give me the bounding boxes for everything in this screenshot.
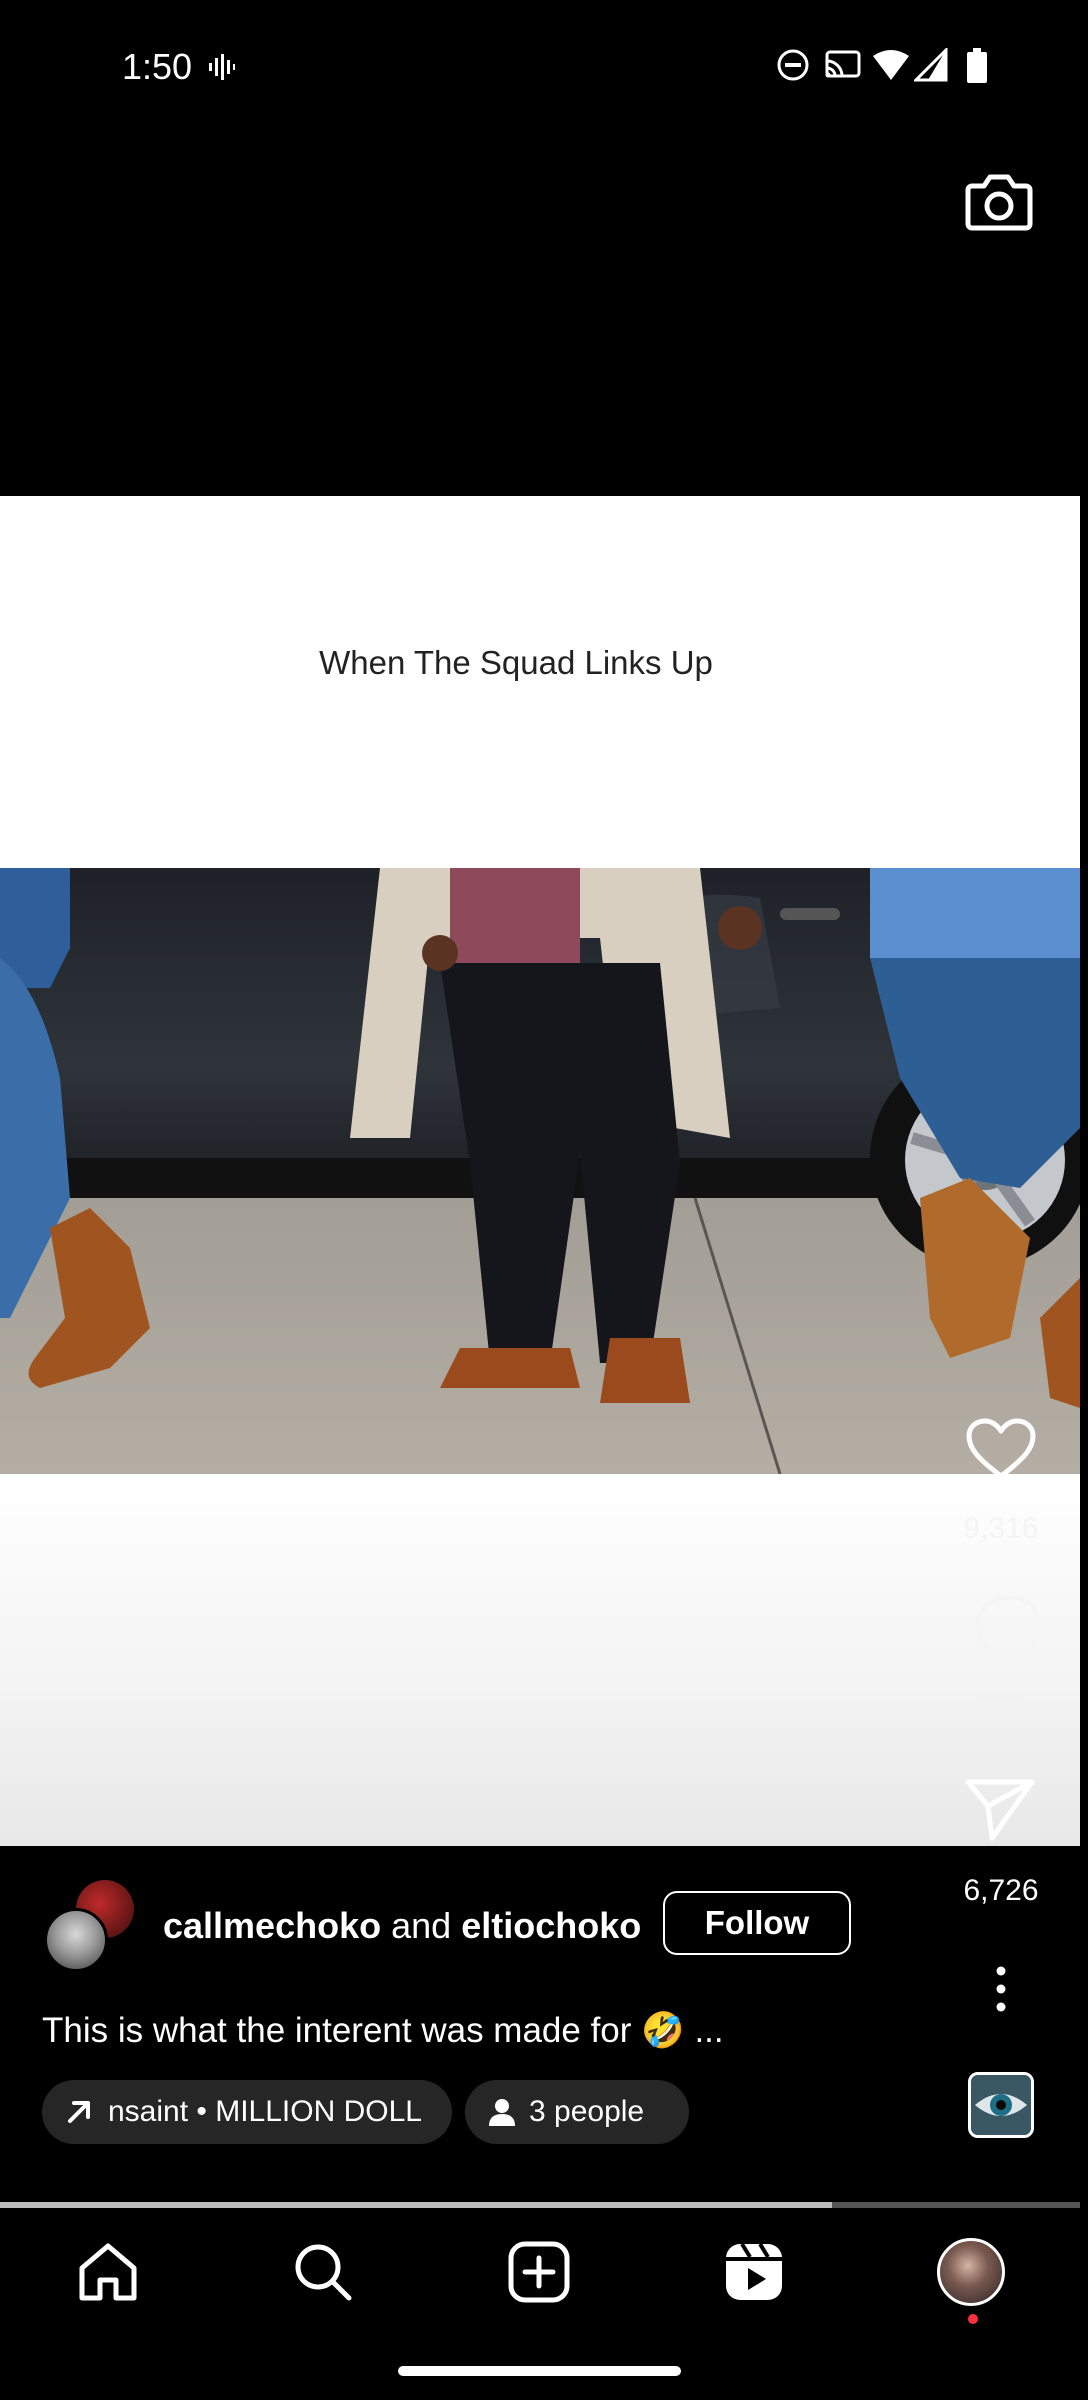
create-icon[interactable] [507,2240,571,2304]
profile-avatar[interactable] [937,2238,1005,2306]
arrow-up-right-icon [68,2101,90,2123]
audio-label: nsaint • MILLION DOLL [108,2095,422,2128]
home-indicator[interactable] [398,2366,681,2376]
avatar-callmechoko[interactable] [44,1908,108,1972]
avatar-group[interactable] [44,1880,140,1972]
video-bottom-area [0,1474,1080,1846]
audio-thumbnail[interactable] [968,2072,1034,2138]
eye-artwork-icon [971,2075,1031,2135]
share-icon[interactable] [964,1778,1036,1842]
cellular-signal-icon [914,48,948,82]
battery-icon [967,48,987,83]
reel-video[interactable]: When The Squad Links Up [0,496,1080,1846]
comment-icon[interactable] [965,1596,1037,1664]
post-usernames[interactable]: callmechoko and eltiochoko [163,1905,641,1947]
home-icon[interactable] [76,2240,140,2304]
username-callmechoko[interactable]: callmechoko [163,1905,381,1946]
like-icon[interactable] [965,1418,1037,1482]
sound-wave-icon [209,54,235,80]
video-progress-bar[interactable] [0,2202,1080,2208]
people-label: 3 people [529,2095,645,2128]
cast-icon [825,50,861,78]
status-time: 1:50 [122,46,193,87]
video-caption: When The Squad Links Up [319,644,713,681]
dancers-scene [0,868,1080,1474]
camera-icon[interactable] [964,170,1034,234]
more-options-icon[interactable] [986,1966,1016,2012]
search-icon[interactable] [291,2240,355,2304]
comment-count: 176 [975,1694,1027,1727]
reels-icon[interactable] [722,2240,786,2304]
notification-dot [968,2314,978,2324]
username-joiner: and [391,1905,452,1946]
video-progress-fill [0,2202,832,2208]
post-description[interactable]: This is what the interent was made for 🤣… [42,2010,724,2051]
follow-button[interactable]: Follow [663,1891,851,1955]
do-not-disturb-icon [777,49,809,81]
tagged-people-chip[interactable]: 3 people [465,2080,689,2144]
audio-chip[interactable]: nsaint • MILLION DOLL [42,2080,452,2144]
person-icon [489,2099,515,2126]
username-eltiochoko[interactable]: eltiochoko [461,1905,641,1946]
wifi-icon [873,50,909,80]
video-caption-card: When The Squad Links Up [0,496,1080,868]
share-count: 6,726 [963,1874,1039,1907]
like-count: 9,316 [963,1512,1039,1545]
